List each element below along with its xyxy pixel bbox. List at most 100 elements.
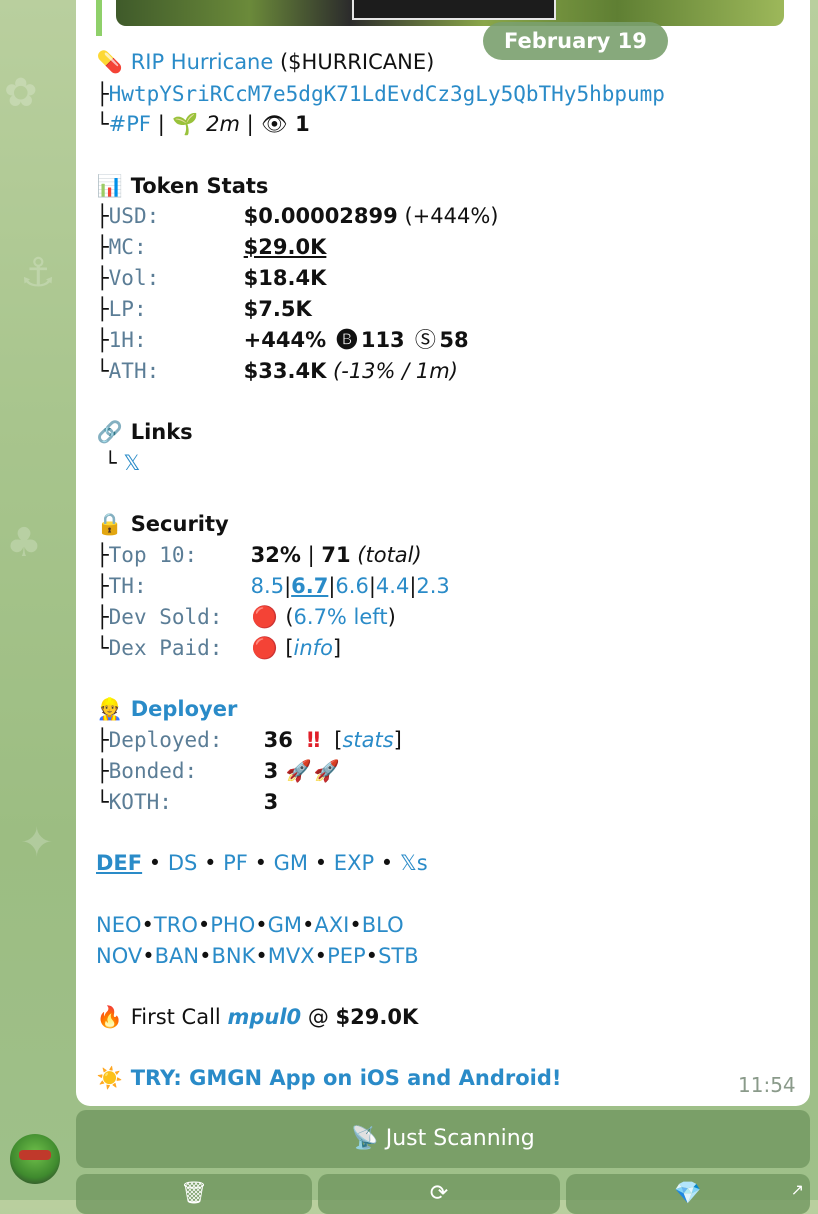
dev-sold-left-link[interactable]: 6.7% left [294, 605, 388, 629]
quick-link-tro[interactable]: TRO [154, 913, 198, 937]
deployer-heading: 👷 Deployer [96, 695, 237, 723]
tree-end: └ [96, 359, 109, 383]
th-value-2[interactable]: 6.7 [291, 574, 328, 598]
links-title: Links [130, 420, 193, 444]
diamond-button[interactable]: 💎 ↗ [566, 1174, 810, 1214]
rocket-icon: 🚀 [313, 759, 341, 783]
lp-value: $7.5K [243, 297, 312, 321]
tree-branch: ├ [96, 759, 109, 783]
quick-link-pep[interactable]: PEP [327, 944, 366, 968]
dex-paid-info-link[interactable]: info [294, 636, 333, 660]
quick-link-ds[interactable]: DS [168, 851, 198, 875]
diamond-icon: 💎 [674, 1181, 702, 1206]
sun-icon: ☀️ [96, 1066, 124, 1090]
quick-links-row-2: NEO•TRO•PHO•GM•AXI•BLO [96, 913, 404, 937]
fire-icon: 🔥 [96, 1005, 124, 1029]
red-circle-icon: 🔴 [251, 636, 278, 660]
quick-link-nov[interactable]: NOV [96, 944, 142, 968]
satellite-dish-icon: 📡 [351, 1126, 379, 1151]
quick-link-stb[interactable]: STB [378, 944, 419, 968]
wallpaper-doodle: ✿ [4, 70, 38, 116]
contract-address[interactable]: HwtpYSriRCcM7e5dgK71LdEvdCz3gLy5QbTHy5hb… [109, 82, 665, 106]
deployer-title-link[interactable]: Deployer [131, 697, 238, 721]
mc-label: MC: [108, 235, 147, 259]
deployed-value: 36 [263, 728, 293, 752]
deployed-row: ├Deployed: 36 ‼ [stats] [96, 728, 402, 752]
tree-branch: ├ [96, 82, 109, 106]
th-value-5[interactable]: 2.3 [416, 574, 449, 598]
just-scanning-button[interactable]: 📡 Just Scanning [76, 1110, 810, 1168]
token-name-link[interactable]: RIP Hurricane [131, 50, 274, 74]
th-value-1[interactable]: 8.5 [251, 574, 284, 598]
tree-branch: ├ [96, 328, 109, 352]
th-value-3[interactable]: 6.6 [335, 574, 368, 598]
x-link[interactable]: 𝕏 [123, 451, 140, 475]
quick-link-mvx[interactable]: MVX [268, 944, 315, 968]
stat-1h-row: ├1H: +444% 🅑 113 Ⓢ 58 [96, 326, 469, 354]
token-meta-line: └#PF | 🌱 2m | 👁 1 [96, 112, 310, 136]
usd-label: USD: [108, 204, 160, 228]
links-x-row: └ 𝕏 [96, 449, 140, 477]
links-heading: 🔗 Links [96, 418, 193, 446]
refresh-icon: ⟳ [429, 1181, 449, 1206]
refresh-button[interactable]: ⟳ [318, 1174, 560, 1214]
th-value-4[interactable]: 4.4 [376, 574, 409, 598]
message-time: 11:54 [738, 1073, 796, 1097]
tree-branch: ├ [96, 728, 109, 752]
usd-change: (+444%) [404, 204, 499, 228]
deployed-label: Deployed: [108, 728, 223, 752]
tree-branch: ├ [96, 543, 109, 567]
deployer-stats-link[interactable]: stats [342, 728, 393, 752]
quick-links-row-1: DEF • DS • PF • GM • EXP • 𝕏s [96, 851, 428, 875]
bot-avatar[interactable] [10, 1134, 60, 1184]
dev-sold-row: ├Dev Sold: 🔴 (6.7% left) [96, 605, 396, 629]
stat-vol-row: ├Vol: $18.4K [96, 264, 326, 292]
bar-chart-icon: 📊 [96, 174, 124, 198]
date-pill: February 19 [483, 22, 668, 60]
top10-label: Top 10: [108, 543, 198, 567]
first-call-user-link[interactable]: mpul0 [227, 1005, 301, 1029]
quick-link-exp[interactable]: EXP [334, 851, 374, 875]
just-scanning-label: Just Scanning [385, 1126, 535, 1151]
stat-usd-row: ├USD: $0.00002899 (+444%) [96, 202, 498, 230]
top10-total: 71 [321, 543, 351, 567]
view-count: 1 [295, 112, 310, 136]
chain-link-icon: 🔗 [96, 420, 124, 444]
top10-value: 32% [250, 543, 301, 567]
quick-link-neo[interactable]: NEO [96, 913, 142, 937]
quick-link-gm[interactable]: GM [274, 851, 308, 875]
token-ticker: ($HURRICANE) [279, 50, 435, 74]
first-call-line: 🔥 First Call mpul0 @ $29.0K [96, 1003, 418, 1031]
quick-link-axi[interactable]: AXI [314, 913, 349, 937]
tree-branch: ├ [96, 297, 109, 321]
quick-link-blo[interactable]: BLO [362, 913, 404, 937]
quick-link-pho[interactable]: PHO [210, 913, 255, 937]
ath-value: $33.4K [243, 359, 327, 383]
external-link-icon: ↗ [790, 1180, 804, 1199]
media-image-frame [352, 0, 556, 20]
trash-button[interactable]: 🗑 [76, 1174, 312, 1214]
quick-link-xs[interactable]: 𝕏s [400, 851, 428, 875]
stat-ath-row: └ATH: $33.4K (-13% / 1m) [96, 357, 458, 385]
quick-link-bnk[interactable]: BNK [212, 944, 256, 968]
vol-value: $18.4K [243, 266, 327, 290]
quick-link-gm-2[interactable]: GM [268, 913, 302, 937]
first-call-value: $29.0K [335, 1005, 419, 1029]
tree-end: └ [96, 790, 109, 814]
double-exclamation-icon: ‼ [306, 728, 321, 752]
quick-link-ban[interactable]: BAN [155, 944, 199, 968]
sell-s-icon: Ⓢ [414, 328, 436, 352]
token-title-line: 💊 RIP Hurricane ($HURRICANE) [96, 48, 434, 76]
promo-link[interactable]: TRY: GMGN App on iOS and Android! [131, 1066, 562, 1090]
h1-change: +444% [243, 328, 327, 352]
h1-label: 1H: [108, 328, 147, 352]
media-preview[interactable] [96, 0, 792, 36]
tree-end: └ [96, 112, 109, 136]
platform-tag-link[interactable]: #PF [109, 112, 151, 136]
ath-label: ATH: [108, 359, 160, 383]
quick-link-def[interactable]: DEF [96, 851, 142, 875]
worker-icon: 👷 [96, 697, 124, 721]
quick-link-pf[interactable]: PF [223, 851, 248, 875]
koth-row: └KOTH: 3 [96, 788, 278, 816]
lock-icon: 🔒 [96, 512, 124, 536]
